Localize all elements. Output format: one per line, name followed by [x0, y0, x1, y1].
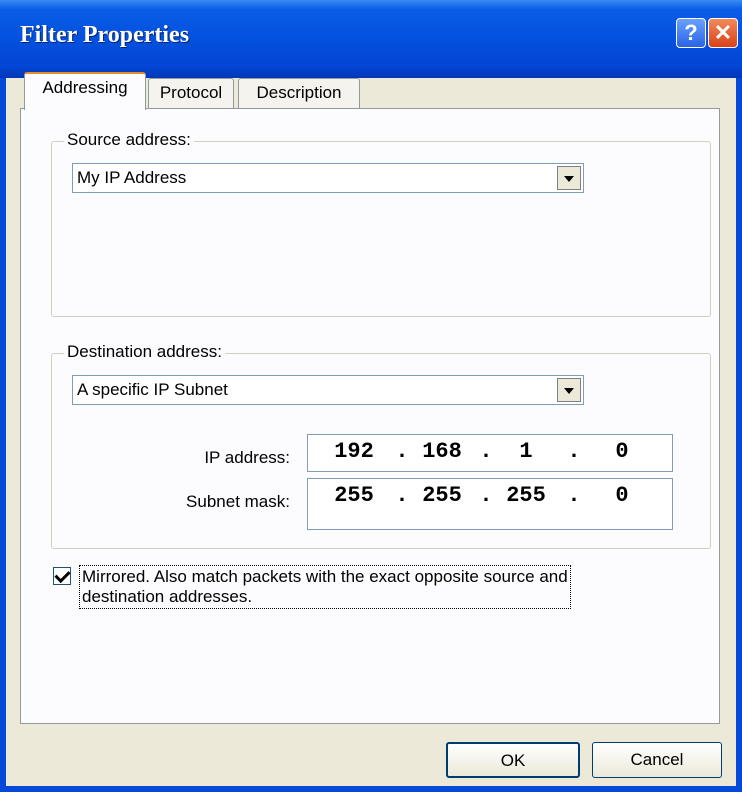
checkmark-icon — [54, 566, 71, 584]
ip-dot: . — [479, 439, 493, 464]
mirrored-label[interactable]: Mirrored. Also match packets with the ex… — [79, 565, 571, 609]
destination-address-value: A specific IP Subnet — [77, 380, 228, 399]
cancel-button[interactable]: Cancel — [592, 742, 722, 778]
mask-octet-2[interactable]: 255 — [412, 483, 472, 508]
help-button[interactable]: ? — [676, 18, 706, 48]
help-icon: ? — [684, 20, 698, 45]
addressing-panel: Source address: My IP Address Destinatio… — [20, 108, 720, 724]
window-border-bottom — [0, 786, 742, 792]
subnet-mask-field[interactable]: 255 . 255 . 255 . 0 — [307, 478, 673, 530]
title-bar[interactable]: Filter Properties ? ✕ — [0, 0, 742, 78]
destination-address-select[interactable]: A specific IP Subnet — [72, 375, 584, 405]
close-button[interactable]: ✕ — [708, 18, 738, 48]
mirrored-label-line2: destination addresses. — [82, 587, 253, 606]
ip-address-field[interactable]: 192 . 168 . 1 . 0 — [307, 434, 673, 472]
mask-octet-1[interactable]: 255 — [324, 483, 384, 508]
tab-description[interactable]: Description — [238, 78, 360, 108]
mask-octet-4[interactable]: 0 — [592, 483, 652, 508]
window-title: Filter Properties — [20, 22, 190, 48]
mirrored-checkbox[interactable] — [53, 566, 71, 585]
ip-octet-4[interactable]: 0 — [592, 439, 652, 464]
chevron-down-icon — [564, 176, 574, 182]
window-border-right — [736, 78, 742, 792]
ok-button[interactable]: OK — [446, 742, 580, 778]
source-address-label: Source address: — [64, 130, 194, 150]
tab-protocol[interactable]: Protocol — [148, 78, 234, 108]
mask-dot: . — [395, 483, 409, 508]
subnet-mask-label: Subnet mask: — [186, 492, 290, 511]
ip-octet-2[interactable]: 168 — [412, 439, 472, 464]
chevron-down-icon — [564, 388, 574, 394]
window-border-left — [0, 78, 6, 792]
mirrored-label-line1: Mirrored. Also match packets with the ex… — [82, 567, 568, 586]
ip-octet-3[interactable]: 1 — [496, 439, 556, 464]
destination-address-label: Destination address: — [64, 342, 225, 362]
destination-address-group: Destination address: A specific IP Subne… — [51, 342, 711, 549]
ip-address-label: IP address: — [204, 448, 290, 467]
source-address-value: My IP Address — [77, 168, 187, 187]
mask-dot: . — [567, 483, 581, 508]
tab-addressing[interactable]: Addressing — [24, 72, 146, 110]
source-address-group: Source address: My IP Address — [51, 130, 711, 317]
ip-octet-1[interactable]: 192 — [324, 439, 384, 464]
ip-dot: . — [567, 439, 581, 464]
close-icon: ✕ — [713, 20, 733, 45]
destination-dropdown-button[interactable] — [557, 378, 581, 402]
mask-octet-3[interactable]: 255 — [496, 483, 556, 508]
mask-dot: . — [479, 483, 493, 508]
source-dropdown-button[interactable] — [557, 166, 581, 190]
ip-dot: . — [395, 439, 409, 464]
source-address-select[interactable]: My IP Address — [72, 163, 584, 193]
